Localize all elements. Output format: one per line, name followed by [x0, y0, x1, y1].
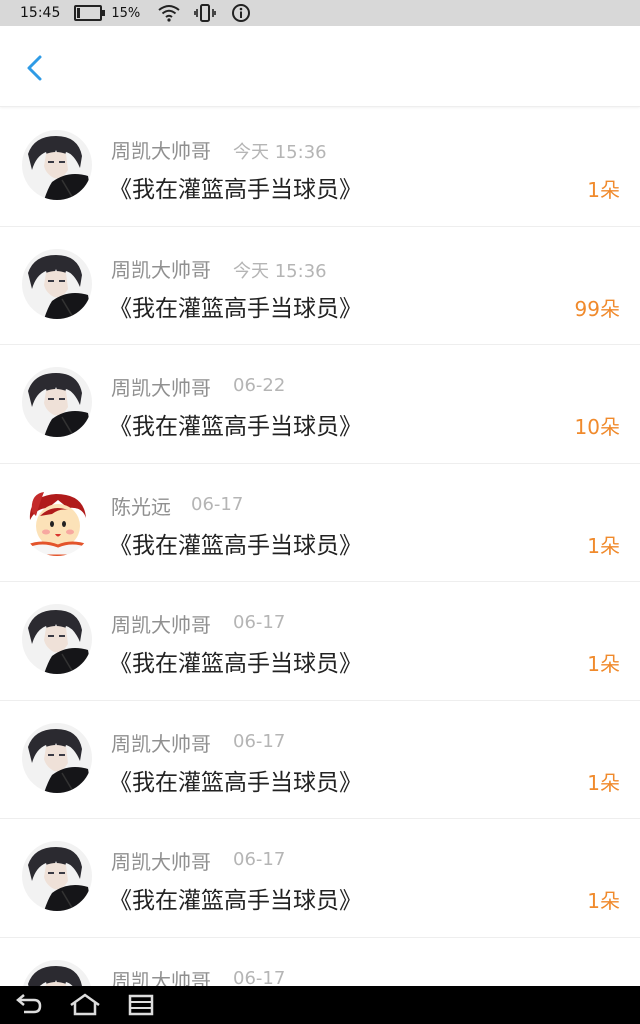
list-item[interactable]: 周凯大帅哥 06-17 — [0, 938, 640, 987]
user-name: 周凯大帅哥 — [111, 376, 211, 400]
header-bar — [0, 26, 640, 107]
battery-icon — [74, 5, 106, 21]
flower-amount: 1朵 — [587, 889, 620, 913]
flower-amount: 1朵 — [587, 533, 620, 558]
list-item[interactable]: 周凯大帅哥 06-17 《我在灌篮高手当球员》 1朵 — [0, 701, 640, 819]
flower-amount: 10朵 — [574, 415, 620, 439]
record-time: 今天 15:36 — [233, 142, 327, 163]
flower-amount: 1朵 — [587, 178, 620, 202]
chevron-left-icon — [27, 55, 42, 81]
user-name: 周凯大帅哥 — [111, 850, 211, 874]
book-title: 《我在灌篮高手当球员》 — [109, 295, 362, 322]
user-avatar[interactable] — [22, 959, 92, 986]
info-icon — [232, 4, 251, 22]
book-title: 《我在灌篮高手当球员》 — [109, 532, 362, 559]
user-avatar[interactable] — [22, 367, 92, 437]
list-item[interactable]: 周凯大帅哥 今天 15:36 《我在灌篮高手当球员》 99朵 — [0, 227, 640, 345]
home-nav-icon[interactable] — [68, 992, 102, 1018]
list-item[interactable]: 周凯大帅哥 06-17 《我在灌篮高手当球员》 1朵 — [0, 582, 640, 701]
battery-percent: 15% — [111, 5, 141, 21]
user-name: 陈光远 — [111, 494, 171, 519]
record-time: 06-22 — [233, 375, 286, 396]
flower-record-list[interactable]: 周凯大帅哥 今天 15:36 《我在灌篮高手当球员》 1朵 周凯大帅哥 今天 1… — [0, 108, 640, 986]
book-title: 《我在灌篮高手当球员》 — [109, 414, 362, 440]
system-nav-bar — [0, 986, 640, 1024]
record-time: 今天 15:36 — [233, 260, 327, 282]
list-item[interactable]: 周凯大帅哥 06-22 《我在灌篮高手当球员》 10朵 — [0, 345, 640, 464]
back-button[interactable] — [16, 48, 56, 88]
user-name: 周凯大帅哥 — [111, 968, 211, 987]
status-time: 15:45 — [20, 5, 61, 21]
recent-apps-icon[interactable] — [126, 992, 156, 1018]
user-name: 周凯大帅哥 — [111, 613, 211, 637]
record-time: 06-17 — [191, 493, 244, 515]
user-name: 周凯大帅哥 — [111, 731, 211, 756]
user-avatar[interactable] — [22, 130, 92, 200]
user-avatar[interactable] — [22, 841, 92, 911]
user-avatar[interactable] — [22, 485, 92, 556]
user-name: 周凯大帅哥 — [111, 139, 211, 163]
flower-amount: 99朵 — [574, 296, 620, 321]
back-nav-icon[interactable] — [14, 992, 44, 1018]
record-time: 06-17 — [233, 967, 286, 987]
record-time: 06-17 — [233, 849, 286, 870]
user-avatar[interactable] — [22, 604, 92, 674]
list-item[interactable]: 陈光远 06-17 《我在灌篮高手当球员》 1朵 — [0, 464, 640, 582]
flower-amount: 1朵 — [587, 770, 620, 795]
record-time: 06-17 — [233, 612, 286, 633]
book-title: 《我在灌篮高手当球员》 — [109, 177, 362, 203]
user-avatar[interactable] — [22, 248, 92, 319]
flower-amount: 1朵 — [587, 652, 620, 676]
vibrate-icon — [194, 4, 217, 22]
record-time: 06-17 — [233, 730, 286, 752]
book-title: 《我在灌篮高手当球员》 — [109, 651, 362, 677]
list-item[interactable]: 周凯大帅哥 06-17 《我在灌篮高手当球员》 1朵 — [0, 819, 640, 938]
status-bar: 15:45 15% — [0, 0, 640, 26]
book-title: 《我在灌篮高手当球员》 — [109, 769, 362, 796]
battery-level-fill — [77, 8, 81, 18]
book-title: 《我在灌篮高手当球员》 — [109, 888, 362, 914]
wifi-icon — [158, 5, 180, 22]
user-avatar[interactable] — [22, 722, 92, 793]
list-item[interactable]: 周凯大帅哥 今天 15:36 《我在灌篮高手当球员》 1朵 — [0, 108, 640, 227]
user-name: 周凯大帅哥 — [111, 257, 211, 282]
